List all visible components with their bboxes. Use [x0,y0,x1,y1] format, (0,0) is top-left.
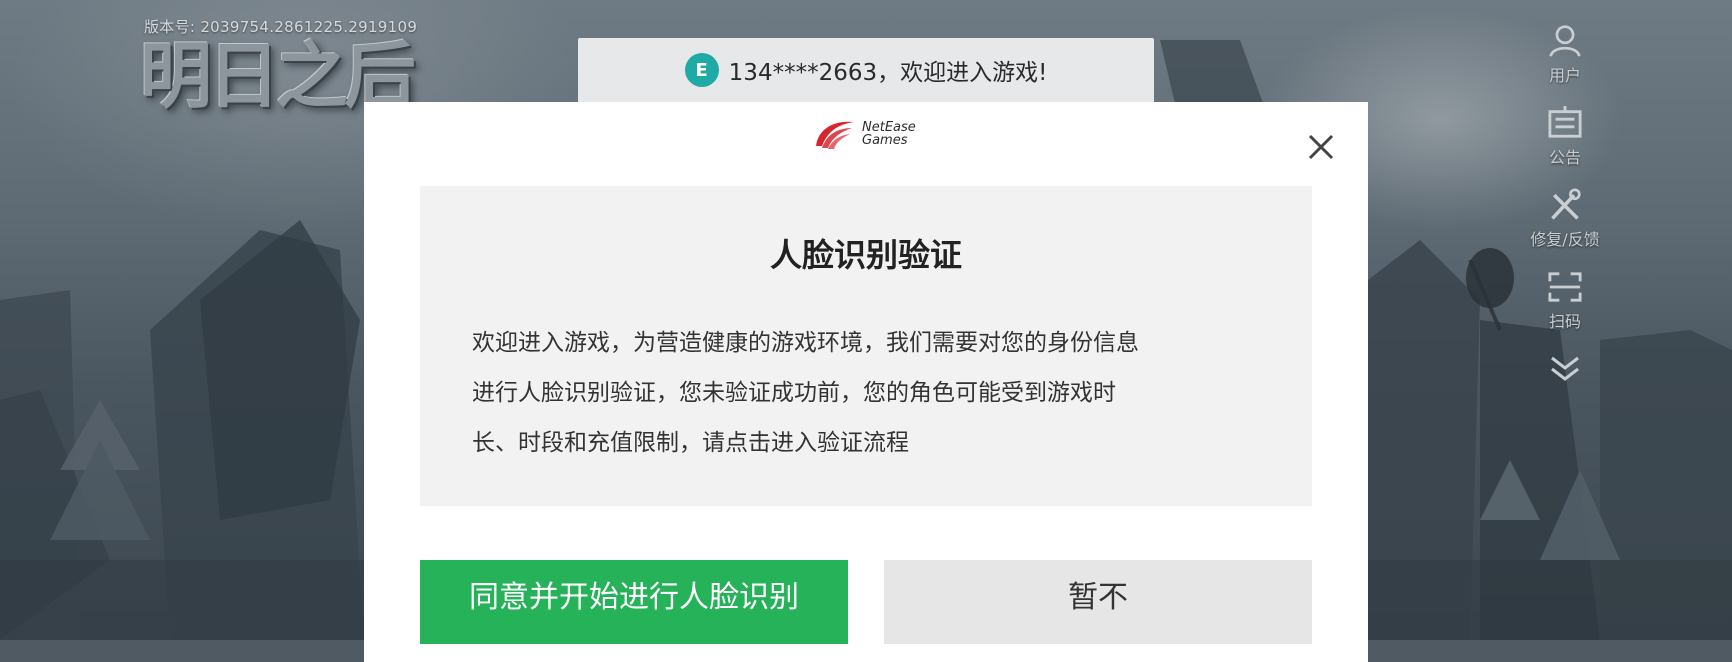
dialog-title: 人脸识别验证 [769,236,962,274]
netease-logo-icon [816,121,854,149]
dialog-message: 欢迎进入游戏，为营造健康的游戏环境，我们需要对您的身份信息 进行人脸识别验证，您… [472,318,1272,468]
scan-icon [1548,272,1582,302]
netease-games-logo: NetEase Games [812,116,916,152]
side-menu-repair-feedback[interactable]: 修复/反馈 [1510,188,1620,250]
side-menu-more-button[interactable] [1510,352,1620,388]
chevron-double-down-icon [1551,356,1579,381]
welcome-text: 134****2663，欢迎进入游戏! [728,60,1048,86]
welcome-toast: E 134****2663，欢迎进入游戏! [578,38,1154,108]
agree-start-face-recognition-button[interactable]: 同意并开始进行人脸识别 [420,560,848,644]
close-button[interactable] [1304,130,1338,164]
side-menu-user[interactable]: 用户 [1510,24,1620,86]
dialog-message-line: 进行人脸识别验证，您未验证成功前，您的角色可能受到游戏时 [472,380,1116,406]
verification-info-panel: 人脸识别验证 欢迎进入游戏，为营造健康的游戏环境，我们需要对您的身份信息 进行人… [420,186,1312,506]
side-menu-label: 修复/反馈 [1530,230,1600,249]
user-icon [1549,25,1581,57]
side-menu-scan[interactable]: 扫码 [1510,270,1620,332]
announcement-icon [1548,106,1582,138]
dialog-message-line: 长、时段和充值限制，请点击进入验证流程 [472,430,909,456]
face-verification-dialog: NetEase Games 人脸识别验证 欢迎进入游戏，为营造健康的游戏环境，我… [364,102,1368,662]
dialog-message-line: 欢迎进入游戏，为营造健康的游戏环境，我们需要对您的身份信息 [472,330,1139,356]
side-menu-announcement[interactable]: 公告 [1510,106,1620,168]
side-menu: 用户 公告 修复/反馈 扫码 [1510,24,1620,408]
side-menu-label: 扫码 [1548,312,1581,331]
account-badge-icon: E [684,53,719,87]
not-now-button[interactable]: 暂不 [884,560,1312,644]
side-menu-label: 公告 [1548,148,1581,167]
side-menu-label: 用户 [1548,66,1581,85]
repair-tools-icon [1551,188,1581,220]
brand-line-2: Games [862,133,908,148]
